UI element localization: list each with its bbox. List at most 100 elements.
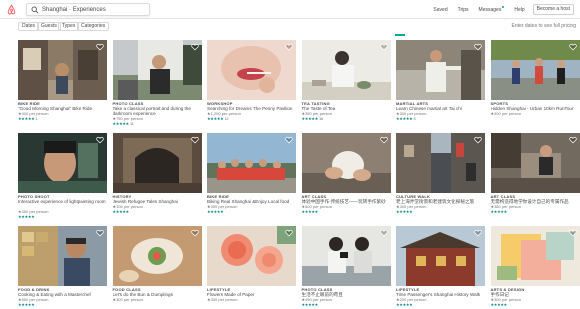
heart-icon[interactable] [96,43,104,51]
active-tab-indicator [395,34,405,36]
experience-photo[interactable] [301,226,391,286]
experience-photo[interactable] [396,133,485,193]
experience-photo[interactable] [207,133,296,193]
rating-stars-glyphs: ★★★★★ [207,209,224,214]
experience-card[interactable]: LIFESTYLE Time Passenger's Shanghai Histo… [396,226,485,309]
nav-trips-link[interactable]: Trips [458,5,469,15]
experience-card[interactable]: ARTS & DESIGN 手作日记 ★300 per person ★★★★★ [490,226,580,309]
top-nav: Shanghai · Experiences Saved Trips Messa… [0,0,580,19]
experience-card[interactable]: CULTURE WALK 老上海弄堂街景和老建筑文化探秘之旅 ★300 per pe… [396,133,485,219]
heart-icon[interactable] [285,43,293,51]
experience-card[interactable]: LIFESTYLE Flowers Made of Paper ★300 per p… [207,226,296,309]
heart-icon[interactable] [568,229,577,237]
experience-photo[interactable] [18,40,107,100]
experience-card[interactable]: ART CLASS 体验中国手作·传统技艺——玩转手作紫砂 ★500 per per… [301,133,391,219]
rating-stars: ★★★★★ [490,209,508,214]
experience-grid: BIKE RIDE "Good Morning Shanghai" Bike Ri… [18,40,580,309]
rating-stars-glyphs: ★★★★★ [112,121,130,126]
heart-icon[interactable] [190,136,199,144]
experience-photo[interactable] [207,40,296,100]
experience-card[interactable]: FOOD & DRINK Cooking & Eating with a Mast… [18,226,107,309]
categories-filter-button[interactable]: Categories [77,22,110,31]
photo-image [112,133,202,193]
photo-image [18,40,107,100]
heart-icon[interactable] [474,229,482,237]
photo-image [490,226,580,286]
rating-stars: ★★★★★11 [113,121,134,126]
photo-image [207,226,296,286]
experience-photo[interactable] [207,226,296,286]
dates-filter-button[interactable]: Dates [18,22,40,31]
experience-photo[interactable] [301,133,391,193]
photo-image [18,226,107,286]
rating-stars-glyphs: ★★★★★ [396,116,413,121]
heart-icon[interactable] [96,229,104,237]
nav-messages-link[interactable]: Messages [479,5,505,15]
review-count: 16 [318,116,323,121]
experience-photo[interactable] [112,133,202,193]
heart-icon[interactable] [568,136,577,144]
search-input[interactable]: Shanghai · Experiences [26,3,150,16]
become-host-button[interactable]: Become a host [532,4,574,15]
nav-help-link[interactable]: Help [514,5,524,15]
experience-card[interactable]: TEA TASTING The Taste of Tea ★350 per pers… [301,40,391,126]
experience-photo[interactable] [301,40,391,100]
experience-card[interactable]: BIKE RIDE Biking Real Shanghai &Enjoy Loc… [207,133,296,219]
experience-photo[interactable] [112,226,202,286]
rating-stars-glyphs: ★★★★★ [18,214,35,219]
heart-icon[interactable] [474,43,482,51]
experience-card[interactable]: BIKE RIDE "Good Morning Shanghai" Bike Ri… [18,40,107,126]
search-value: Shanghai · Experiences [42,7,106,13]
photo-image [396,40,485,100]
airbnb-logo-icon[interactable] [6,4,17,15]
experience-card[interactable]: HISTORY Jewish Refugee Tales Shanghai ★106… [112,133,202,219]
heart-icon[interactable] [568,43,577,51]
experience-price: ★400 per person [490,111,522,116]
photo-image [301,226,391,286]
experience-card[interactable]: PHOTO SHOOT Interactive experience of lig… [18,133,107,219]
experience-card[interactable]: PHOTO CLASS Take a classical portrait and… [112,40,202,126]
experience-photo[interactable] [490,226,580,286]
experience-card[interactable]: MARTIAL ARTS Learn Chinese martial art Ta… [396,40,485,126]
experience-photo[interactable] [18,226,107,286]
experience-title[interactable]: Interactive experience of lightpainting … [18,199,107,204]
experience-photo[interactable] [396,40,485,100]
photo-image [112,40,202,100]
experience-card[interactable]: FOOD CLASS Let's do the Bun & Dumplings ★3… [112,226,202,309]
rating-stars-glyphs: ★★★★★ [301,116,319,121]
experience-price: ★300 per person [112,297,144,302]
heart-icon[interactable] [96,136,104,144]
heart-icon[interactable] [379,229,388,237]
rating-stars: ★★★★★1 [18,116,38,121]
review-count: 12 [224,116,229,121]
experience-photo[interactable] [490,133,580,193]
heart-icon[interactable] [285,136,293,144]
experience-card[interactable]: WORKSHOP Searching for Dreams The Peony P… [207,40,296,126]
photo-image [207,40,296,100]
heart-icon[interactable] [474,136,482,144]
photo-image [112,226,202,286]
heart-icon[interactable] [379,43,388,51]
nav-saved-link[interactable]: Saved [433,5,447,15]
experience-card[interactable]: ART CLASS 无需构造得地学你设计自己的专属作品 ★380 per perso… [490,133,580,219]
rating-stars: ★★★★★ [302,209,319,214]
rating-stars-glyphs: ★★★★★ [112,209,130,214]
rating-stars: ★★★★★ [207,209,224,214]
heart-icon[interactable] [190,43,199,51]
experience-card[interactable]: PHOTO CLASS 生活不止眼前的苟且 ★450 per person ★★★★★ [301,226,391,309]
experience-photo[interactable] [112,40,202,100]
experience-photo[interactable] [396,226,485,286]
rating-stars-glyphs: ★★★★★ [207,116,224,121]
rating-stars: ★★★★★ [396,209,413,214]
pricing-hint: Enter dates to see full pricing [511,23,576,29]
experience-photo[interactable] [490,40,580,100]
experience-title[interactable]: Take a classical portrait and during the… [113,106,202,116]
rating-stars: ★★★★★ [112,209,130,214]
heart-icon[interactable] [190,229,199,237]
rating-stars-glyphs: ★★★★★ [396,209,413,214]
heart-icon[interactable] [285,229,293,237]
experience-photo[interactable] [18,133,107,193]
heart-icon[interactable] [379,136,388,144]
rating-stars-glyphs: ★★★★★ [490,209,508,214]
experience-card[interactable]: SPORTS Hidden Shanghai - Urban 10km RunTo… [490,40,580,126]
